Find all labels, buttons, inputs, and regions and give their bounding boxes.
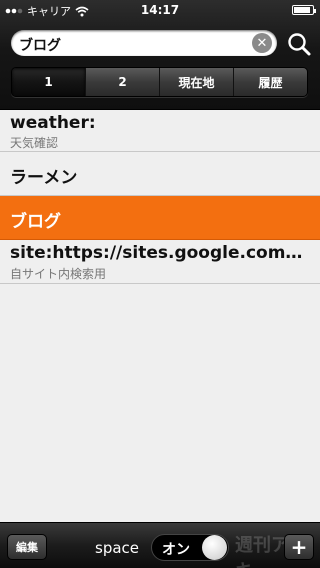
list-item-title: ラーメン	[10, 168, 78, 188]
battery-fill	[294, 7, 311, 13]
list-item-title: ブログ	[10, 212, 61, 232]
list-item[interactable]: weather: 天気確認	[0, 110, 320, 152]
segment-tab-current-location[interactable]: 現在地	[160, 68, 234, 96]
list-item-title: site:https://sites.google.com/sit...	[10, 243, 306, 263]
clear-icon[interactable]: ✕	[252, 33, 272, 53]
space-toggle[interactable]: オン	[151, 534, 229, 561]
list-item-selected[interactable]: ブログ	[0, 196, 320, 240]
bottom-toolbar: 編集 週刊アスキー space オン +	[0, 522, 320, 568]
segment-tab-1[interactable]: 1	[12, 68, 86, 96]
list-item-subtitle: 天気確認	[10, 136, 59, 150]
status-bar: キャリア 14:17	[0, 0, 320, 20]
segment-tab-2[interactable]: 2	[86, 68, 160, 96]
segment-tab-history[interactable]: 履歴	[234, 68, 307, 96]
keyword-list: weather: 天気確認 ラーメン ブログ site:https://site…	[0, 110, 320, 522]
search-input[interactable]: ブログ ✕	[11, 30, 277, 56]
segmented-control: 1 2 現在地 履歴	[11, 67, 308, 97]
status-time: 14:17	[140, 3, 180, 17]
edit-button[interactable]: 編集	[7, 534, 47, 560]
top-header: キャリア 14:17 ブログ ✕ 1 2 現在地 履歴	[0, 0, 320, 110]
space-label: space	[95, 539, 140, 557]
battery-icon	[292, 5, 316, 15]
search-icon[interactable]	[286, 31, 312, 57]
toggle-knob[interactable]	[202, 535, 227, 560]
search-input-value: ブログ	[19, 38, 61, 54]
list-item[interactable]: site:https://sites.google.com/sit... 自サイ…	[0, 240, 320, 284]
list-item-subtitle: 自サイト内検索用	[10, 267, 107, 281]
add-button[interactable]: +	[284, 534, 314, 560]
toggle-label: オン	[162, 542, 190, 558]
list-item-title: weather:	[10, 113, 96, 133]
list-item[interactable]: ラーメン	[0, 152, 320, 196]
